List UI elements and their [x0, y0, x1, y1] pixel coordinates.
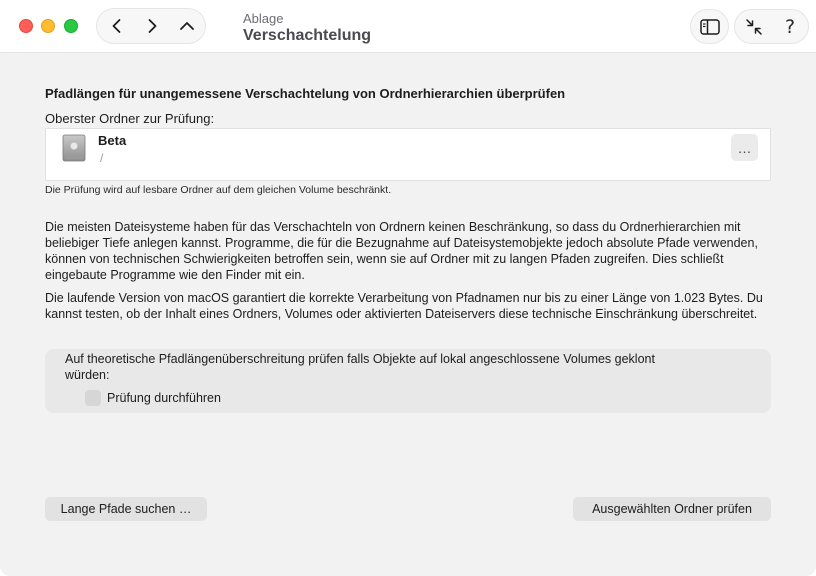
find-long-paths-button[interactable]: Lange Pfade suchen …: [45, 497, 207, 521]
window-subtitle: Ablage: [243, 11, 284, 26]
arrows-collapse-icon: [746, 18, 762, 35]
zoom-window-button[interactable]: [64, 19, 78, 33]
check-selected-folder-button[interactable]: Ausgewählten Ordner prüfen: [573, 497, 771, 521]
title-bar: Ablage Verschachtelung ?: [0, 0, 816, 53]
app-window: Ablage Verschachtelung ? Pfadlängen für …: [0, 0, 816, 576]
sidebar-icon: [699, 18, 720, 35]
hard-disk-icon: [62, 134, 86, 162]
clone-check-option-box: Auf theoretische Pfadlängenüberschreitun…: [45, 349, 771, 413]
collapse-button[interactable]: [736, 10, 772, 43]
minimize-window-button[interactable]: [41, 19, 55, 33]
forward-button[interactable]: [134, 9, 170, 43]
back-button[interactable]: [99, 9, 135, 43]
scope-note: Die Prüfung wird auf lesbare Ordner auf …: [45, 184, 392, 196]
help-button[interactable]: ?: [772, 10, 808, 43]
chevron-up-icon: [180, 22, 194, 30]
perform-check-checkbox[interactable]: [85, 390, 101, 406]
section-heading: Pfadlängen für unangemessene Verschachte…: [45, 86, 566, 101]
toolbar-right-group: ?: [734, 9, 809, 44]
option-description: Auf theoretische Pfadlängenüberschreitun…: [65, 352, 655, 382]
choose-folder-button[interactable]: …: [731, 134, 758, 161]
close-window-button[interactable]: [19, 19, 33, 33]
chevron-right-icon: [148, 19, 157, 33]
navigation-group: [96, 8, 206, 44]
checkbox-label[interactable]: Prüfung durchführen: [107, 391, 221, 405]
folder-selector[interactable]: Beta / …: [45, 128, 771, 181]
info-paragraph-1: Die meisten Dateisysteme haben für das V…: [45, 220, 758, 282]
toggle-sidebar-button[interactable]: [690, 9, 729, 44]
info-paragraph-2: Die laufende Version von macOS garantier…: [45, 291, 763, 321]
folder-path: /: [100, 151, 104, 165]
folder-label: Oberster Ordner zur Prüfung:: [45, 111, 215, 126]
chevron-left-icon: [112, 19, 121, 33]
window-title: Verschachtelung: [243, 27, 372, 44]
folder-name: Beta: [98, 133, 127, 148]
help-icon: ?: [784, 15, 796, 38]
up-button[interactable]: [169, 9, 205, 43]
